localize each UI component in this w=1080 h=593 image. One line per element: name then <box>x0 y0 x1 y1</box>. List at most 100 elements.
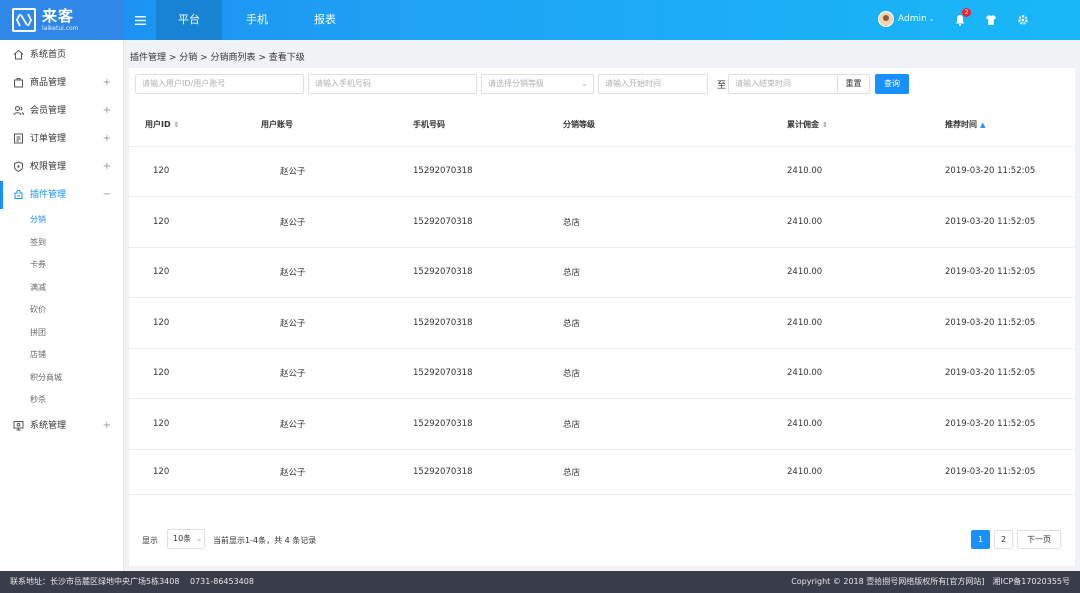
cell-account: 赵公子 <box>247 146 397 197</box>
range-separator: 至 <box>717 81 727 91</box>
cell-user-id: 120 <box>129 247 247 298</box>
sidebar-item-products[interactable]: 商品管理 + <box>0 69 123 97</box>
cell-recommend-time: 2019-03-20 11:52:05 <box>893 449 1075 495</box>
sidebar-subitem-flash-sale[interactable]: 秒杀 <box>0 389 123 412</box>
footer-copyright: Copyright © 2018 壹拾捌号网络版权所有[官方网站] 湘ICP备1… <box>791 577 1070 586</box>
cell-user-id: 120 <box>129 196 247 248</box>
cell-recommend-time: 2019-03-20 11:52:05 <box>893 146 1075 197</box>
sidebar-item-label: 商品管理 <box>30 78 67 88</box>
cell-phone: 15292070318 <box>397 348 555 399</box>
table-row: 120 赵公子 15292070318 总店 2410.00 2019-03-20 11:… <box>129 398 1075 450</box>
phone-search-input[interactable]: 请输入手机号码 <box>308 74 477 94</box>
home-icon <box>13 49 24 60</box>
expand-icon: + <box>102 419 111 431</box>
cell-level <box>555 146 725 197</box>
sidebar-subitem-coupons[interactable]: 卡券 <box>0 254 123 277</box>
page-info: 当前显示1-4条，共 4 条记录 <box>213 536 317 545</box>
sidebar-item-home[interactable]: 系统首页 <box>0 41 123 69</box>
table-row: 120 赵公子 15292070318 总店 2410.00 2019-03-20 11:… <box>129 348 1075 399</box>
avatar <box>878 11 894 27</box>
sidebar-item-system[interactable]: 系统管理 + <box>0 412 123 440</box>
cell-user-id: 120 <box>129 348 247 399</box>
sidebar-item-orders[interactable]: 订单管理 + <box>0 125 123 153</box>
shield-icon <box>14 161 23 172</box>
cell-recommend-time: 2019-03-20 11:52:05 <box>893 348 1075 399</box>
start-time-input[interactable]: 请输入开始时间 <box>598 74 708 94</box>
collapse-icon: − <box>102 189 111 200</box>
sort-icon: ⇕ <box>173 121 180 130</box>
data-table: 用户ID ⇕ 用户账号 手机号码 分销等级 累计佣金 ⇕ 推荐时间 ▲ 120 赵公子 1… <box>129 104 1075 495</box>
logo[interactable]: 来客 laiketui.com <box>0 0 124 40</box>
user-search-input[interactable]: 请输入用户ID/用户账号 <box>135 74 304 94</box>
cell-user-id: 120 <box>129 146 247 197</box>
cell-level: 总店 <box>555 297 725 349</box>
level-select-placeholder: 请选择分销等级 <box>488 79 544 88</box>
footer-contact: 联系地址：长沙市岳麓区绿地中央广场5栋3408 0731-86453408 <box>10 577 254 586</box>
bell-icon[interactable]: 2 <box>952 8 971 28</box>
cell-level: 总店 <box>555 449 725 495</box>
sidebar-subitem-group-buy[interactable]: 拼团 <box>0 322 123 345</box>
sidebar: 系统首页 商品管理 + 会员管理 + 订单管理 + 权限管理 + 插件管理 − … <box>0 40 124 571</box>
sidebar-item-plugins[interactable]: 插件管理 − <box>0 181 123 209</box>
page-size-value: 10条 <box>173 534 192 543</box>
cell-commission: 2410.00 <box>725 247 893 298</box>
query-button[interactable]: 查询 <box>875 74 909 94</box>
page-button-1[interactable]: 1 <box>971 530 990 549</box>
sidebar-item-permissions[interactable]: 权限管理 + <box>0 153 123 181</box>
sidebar-subitem-stores[interactable]: 店铺 <box>0 344 123 367</box>
page-button-2[interactable]: 2 <box>994 530 1013 549</box>
cell-commission: 2410.00 <box>725 297 893 349</box>
nav-tab-mobile[interactable]: 手机 <box>224 0 290 40</box>
shirt-icon[interactable] <box>983 12 999 28</box>
sidebar-subitem-discount[interactable]: 满减 <box>0 277 123 300</box>
footer: 联系地址：长沙市岳麓区绿地中央广场5栋3408 0731-86453408 Co… <box>0 571 1080 593</box>
page-size-select[interactable]: 10条 ⌄ <box>167 529 205 549</box>
next-page-button[interactable]: 下一页 <box>1017 530 1061 549</box>
cell-commission: 2410.00 <box>725 348 893 399</box>
sidebar-subitem-distribution[interactable]: 分销 <box>0 209 123 232</box>
table-row: 120 赵公子 15292070318 总店 2410.00 2019-03-20 11:… <box>129 297 1075 349</box>
brand-sub: laiketui.com <box>42 24 79 32</box>
cell-phone: 15292070318 <box>397 146 555 197</box>
gear-icon[interactable] <box>1015 12 1031 28</box>
sidebar-item-members[interactable]: 会员管理 + <box>0 97 123 125</box>
order-icon <box>14 133 23 144</box>
chevron-down-icon: ⌄ <box>581 79 588 88</box>
col-commission[interactable]: 累计佣金 ⇕ <box>725 104 893 147</box>
level-select[interactable]: 请选择分销等级 ⌄ <box>481 74 594 94</box>
cell-recommend-time: 2019-03-20 11:52:05 <box>893 247 1075 298</box>
nav-tab-reports[interactable]: 报表 <box>292 0 358 40</box>
cell-account: 赵公子 <box>247 449 397 495</box>
brand-name: 来客 <box>42 6 75 25</box>
expand-icon: + <box>102 161 111 172</box>
sidebar-subitem-bargain[interactable]: 砍价 <box>0 299 123 322</box>
cell-account: 赵公子 <box>247 196 397 248</box>
cell-level: 总店 <box>555 247 725 298</box>
user-name: Admin <box>898 14 927 24</box>
user-menu[interactable]: Admin ⌄ <box>878 11 935 27</box>
reset-button[interactable]: 重置 <box>837 74 870 94</box>
col-user-id[interactable]: 用户ID ⇕ <box>129 104 247 147</box>
cell-phone: 15292070318 <box>397 247 555 298</box>
cell-phone: 15292070318 <box>397 449 555 495</box>
cell-commission: 2410.00 <box>725 146 893 197</box>
sidebar-item-label: 插件管理 <box>30 190 67 200</box>
menu-toggle-icon[interactable] <box>124 0 156 40</box>
plugin-icon <box>14 189 23 199</box>
end-time-input[interactable]: 请输入结束时间 <box>728 74 838 94</box>
col-label: 用户ID <box>145 120 171 130</box>
sidebar-subitem-points-mall[interactable]: 积分商城 <box>0 367 123 390</box>
cell-level: 总店 <box>555 196 725 248</box>
col-recommend-time[interactable]: 推荐时间 ▲ <box>893 104 1075 147</box>
users-icon <box>13 106 24 116</box>
cell-commission: 2410.00 <box>725 449 893 495</box>
nav-tab-platform[interactable]: 平台 <box>156 0 222 40</box>
sidebar-subitem-checkin[interactable]: 签到 <box>0 232 123 255</box>
cell-user-id: 120 <box>129 398 247 450</box>
cell-user-id: 120 <box>129 297 247 349</box>
cell-recommend-time: 2019-03-20 11:52:05 <box>893 398 1075 450</box>
cell-account: 赵公子 <box>247 348 397 399</box>
sidebar-item-label: 会员管理 <box>30 106 67 116</box>
table-card: 用户ID ⇕ 用户账号 手机号码 分销等级 累计佣金 ⇕ 推荐时间 ▲ 120 赵公子 1… <box>129 104 1075 566</box>
sidebar-item-label: 权限管理 <box>30 162 67 172</box>
